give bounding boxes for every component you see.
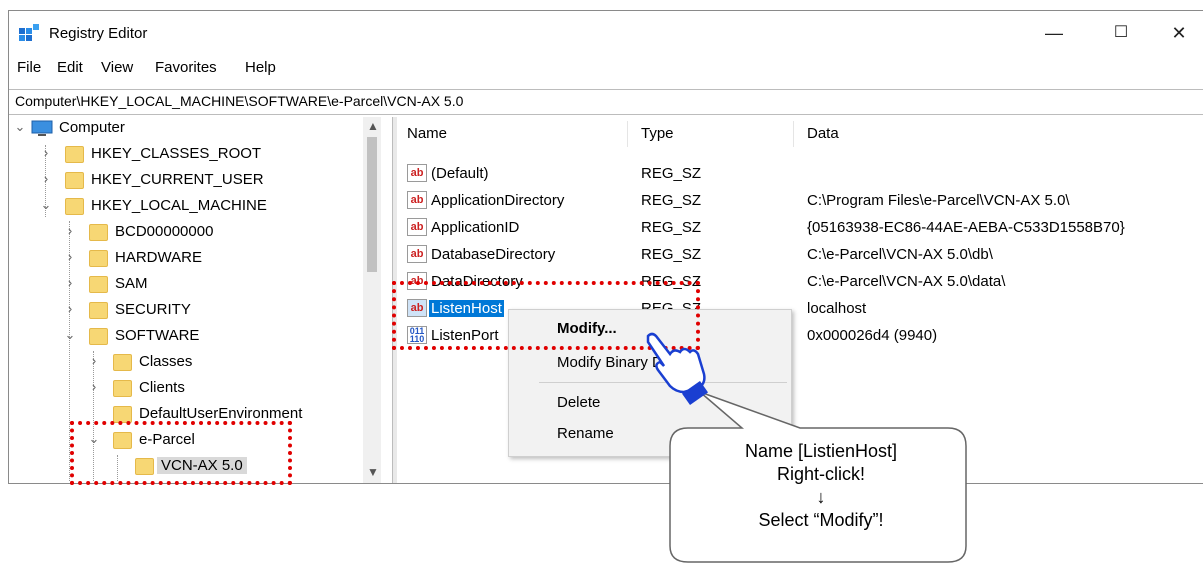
callout-line-2: Right-click! bbox=[776, 464, 865, 484]
pointing-hand-icon bbox=[646, 332, 709, 406]
callout-line-3: Select “Modify”! bbox=[758, 510, 884, 530]
callout-arrow: ↓ bbox=[816, 487, 826, 507]
callout-line-1: Name [ListienHost] bbox=[744, 441, 898, 461]
callout-text: Name [ListienHost] Right-click! ↓ Select… bbox=[676, 440, 966, 532]
callout-bubble bbox=[669, 391, 967, 563]
